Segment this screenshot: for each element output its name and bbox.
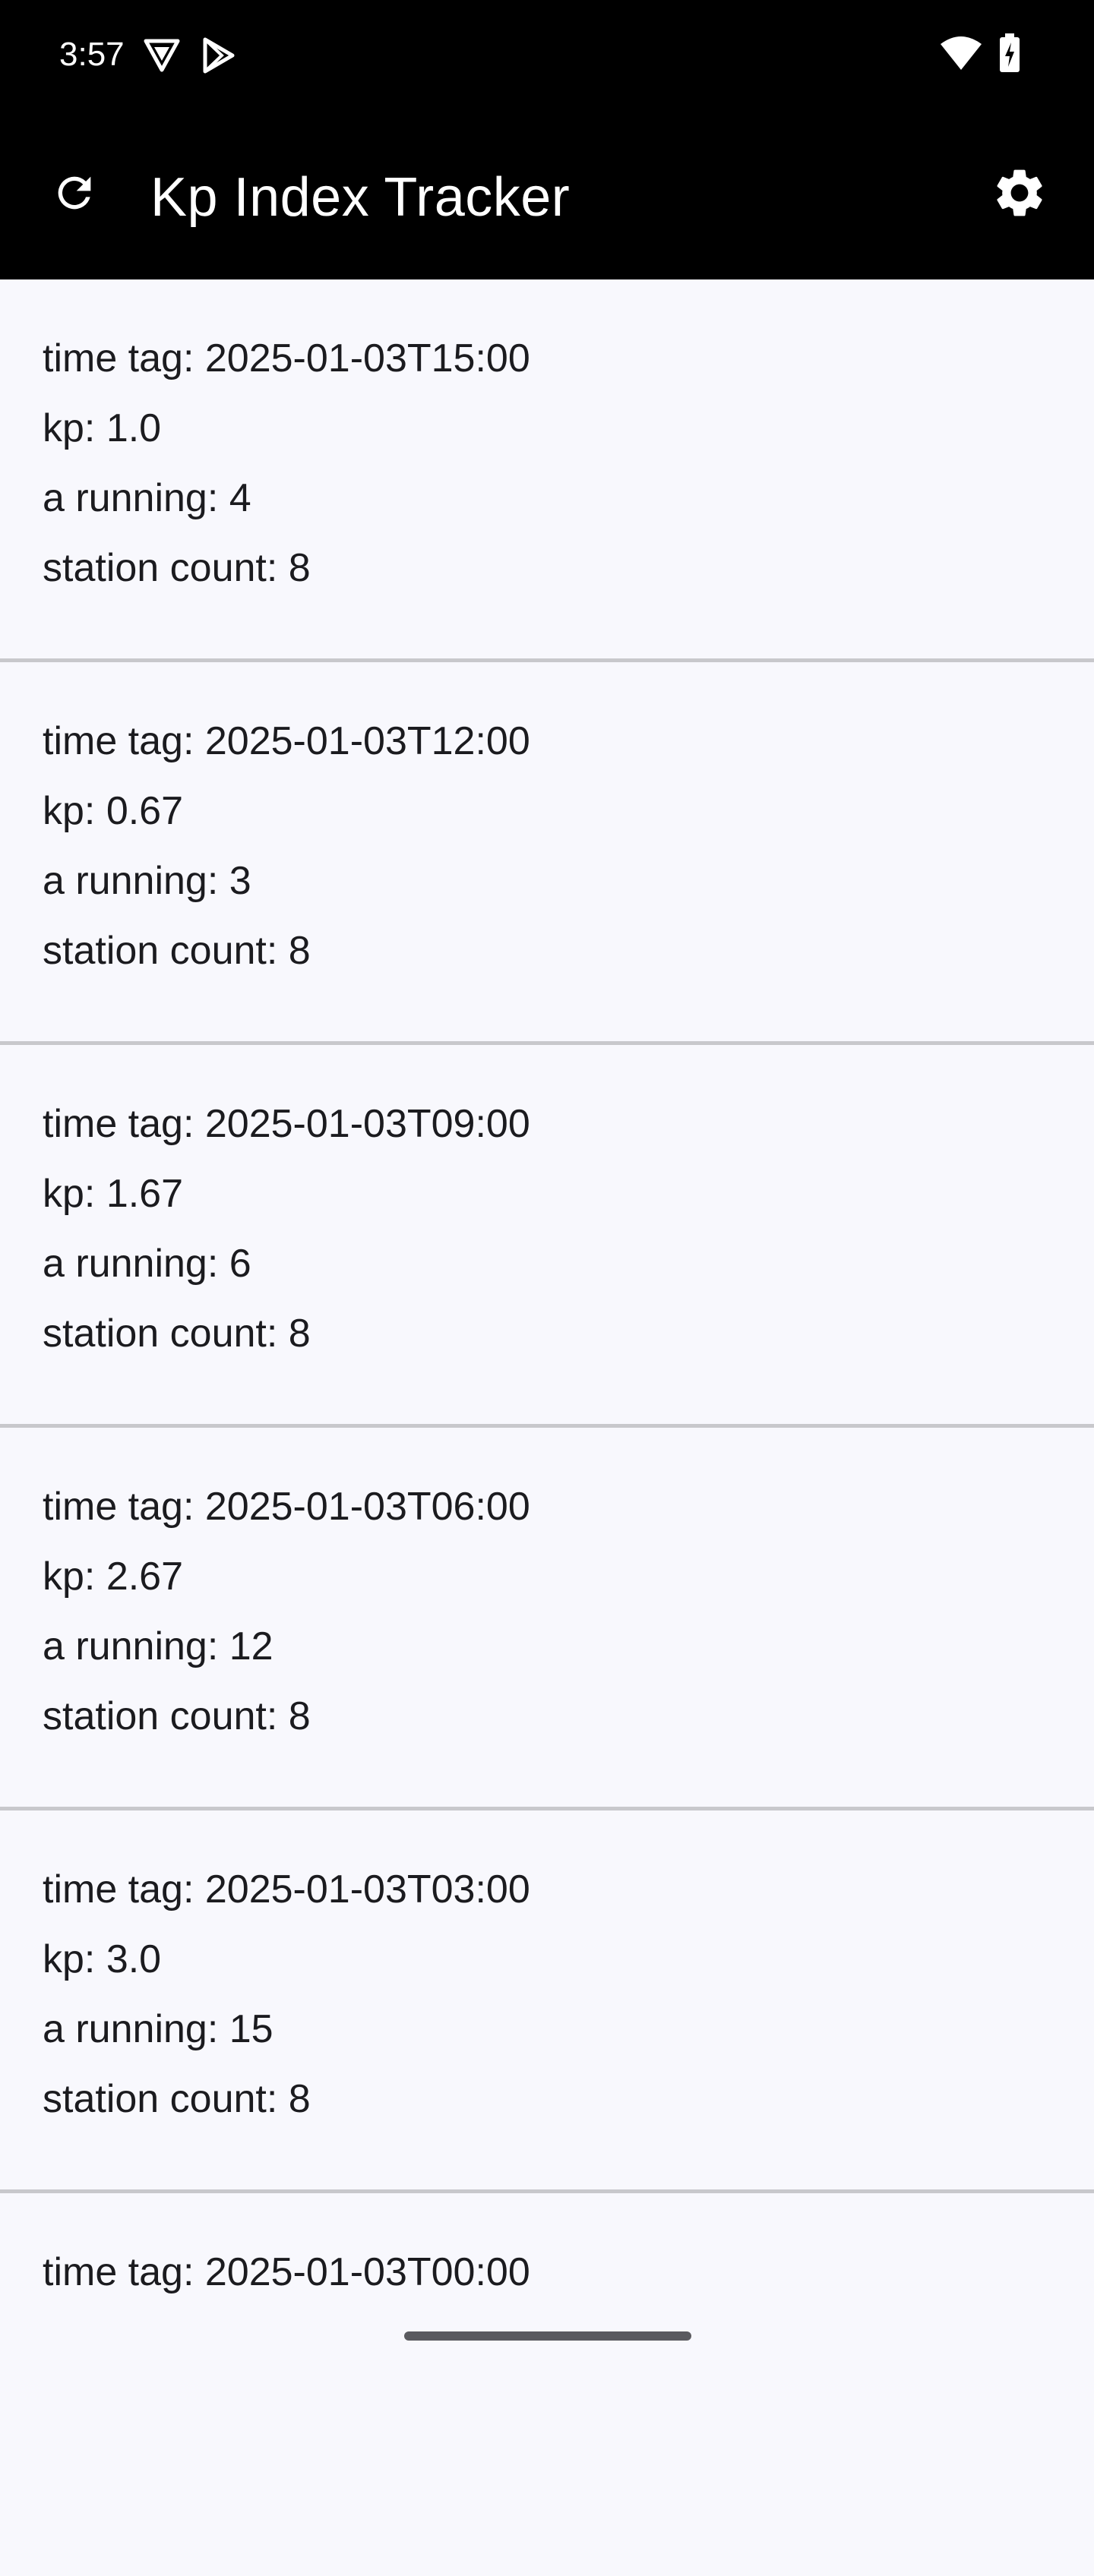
status-bar: 3:57 bbox=[0, 0, 1094, 109]
station-count-text: station count: 8 bbox=[43, 1312, 311, 1356]
app-bar: Kp Index Tracker bbox=[0, 109, 1094, 279]
kp-value-text: kp: 2.67 bbox=[43, 1555, 184, 1599]
kp-entry[interactable]: time tag: 2025-01-03T12:00 kp: 0.67 a ru… bbox=[0, 662, 1094, 1045]
kp-entry[interactable]: time tag: 2025-01-03T00:00 bbox=[0, 2193, 1094, 2576]
app-title: Kp Index Tracker bbox=[150, 167, 571, 228]
kp-entry-list[interactable]: time tag: 2025-01-03T15:00 kp: 1.0 a run… bbox=[0, 279, 1094, 2576]
play-store-icon bbox=[199, 36, 237, 78]
time-tag-text: time tag: 2025-01-03T00:00 bbox=[43, 2250, 530, 2294]
time-tag-text: time tag: 2025-01-03T15:00 bbox=[43, 336, 530, 380]
station-count-text: station count: 8 bbox=[43, 546, 311, 590]
station-count-text: station count: 8 bbox=[43, 929, 311, 973]
station-count-text: station count: 8 bbox=[43, 1694, 311, 1738]
gesture-nav-handle[interactable] bbox=[404, 2331, 691, 2341]
kp-value-text: kp: 0.67 bbox=[43, 789, 184, 833]
a-running-text: a running: 15 bbox=[43, 2007, 274, 2051]
battery-charging-icon bbox=[998, 33, 1021, 77]
refresh-icon bbox=[50, 169, 99, 221]
status-time: 3:57 bbox=[59, 36, 125, 73]
vpn-shield-icon bbox=[143, 38, 181, 77]
time-tag-text: time tag: 2025-01-03T09:00 bbox=[43, 1102, 530, 1146]
time-tag-text: time tag: 2025-01-03T06:00 bbox=[43, 1485, 530, 1529]
time-tag-text: time tag: 2025-01-03T12:00 bbox=[43, 719, 530, 763]
station-count-text: station count: 8 bbox=[43, 2077, 311, 2121]
wifi-icon bbox=[939, 35, 983, 75]
time-tag-text: time tag: 2025-01-03T03:00 bbox=[43, 1867, 530, 1911]
kp-entry[interactable]: time tag: 2025-01-03T09:00 kp: 1.67 a ru… bbox=[0, 1045, 1094, 1428]
settings-button[interactable] bbox=[974, 149, 1065, 240]
kp-entry[interactable]: time tag: 2025-01-03T03:00 kp: 3.0 a run… bbox=[0, 1810, 1094, 2193]
kp-entry[interactable]: time tag: 2025-01-03T06:00 kp: 2.67 a ru… bbox=[0, 1428, 1094, 1810]
kp-entry[interactable]: time tag: 2025-01-03T15:00 kp: 1.0 a run… bbox=[0, 279, 1094, 662]
kp-value-text: kp: 1.67 bbox=[43, 1172, 184, 1216]
a-running-text: a running: 6 bbox=[43, 1242, 251, 1286]
a-running-text: a running: 12 bbox=[43, 1624, 274, 1668]
a-running-text: a running: 4 bbox=[43, 476, 251, 520]
a-running-text: a running: 3 bbox=[43, 859, 251, 903]
kp-value-text: kp: 1.0 bbox=[43, 406, 162, 450]
gear-icon bbox=[991, 164, 1048, 226]
refresh-button[interactable] bbox=[29, 149, 120, 240]
kp-value-text: kp: 3.0 bbox=[43, 1937, 162, 1981]
